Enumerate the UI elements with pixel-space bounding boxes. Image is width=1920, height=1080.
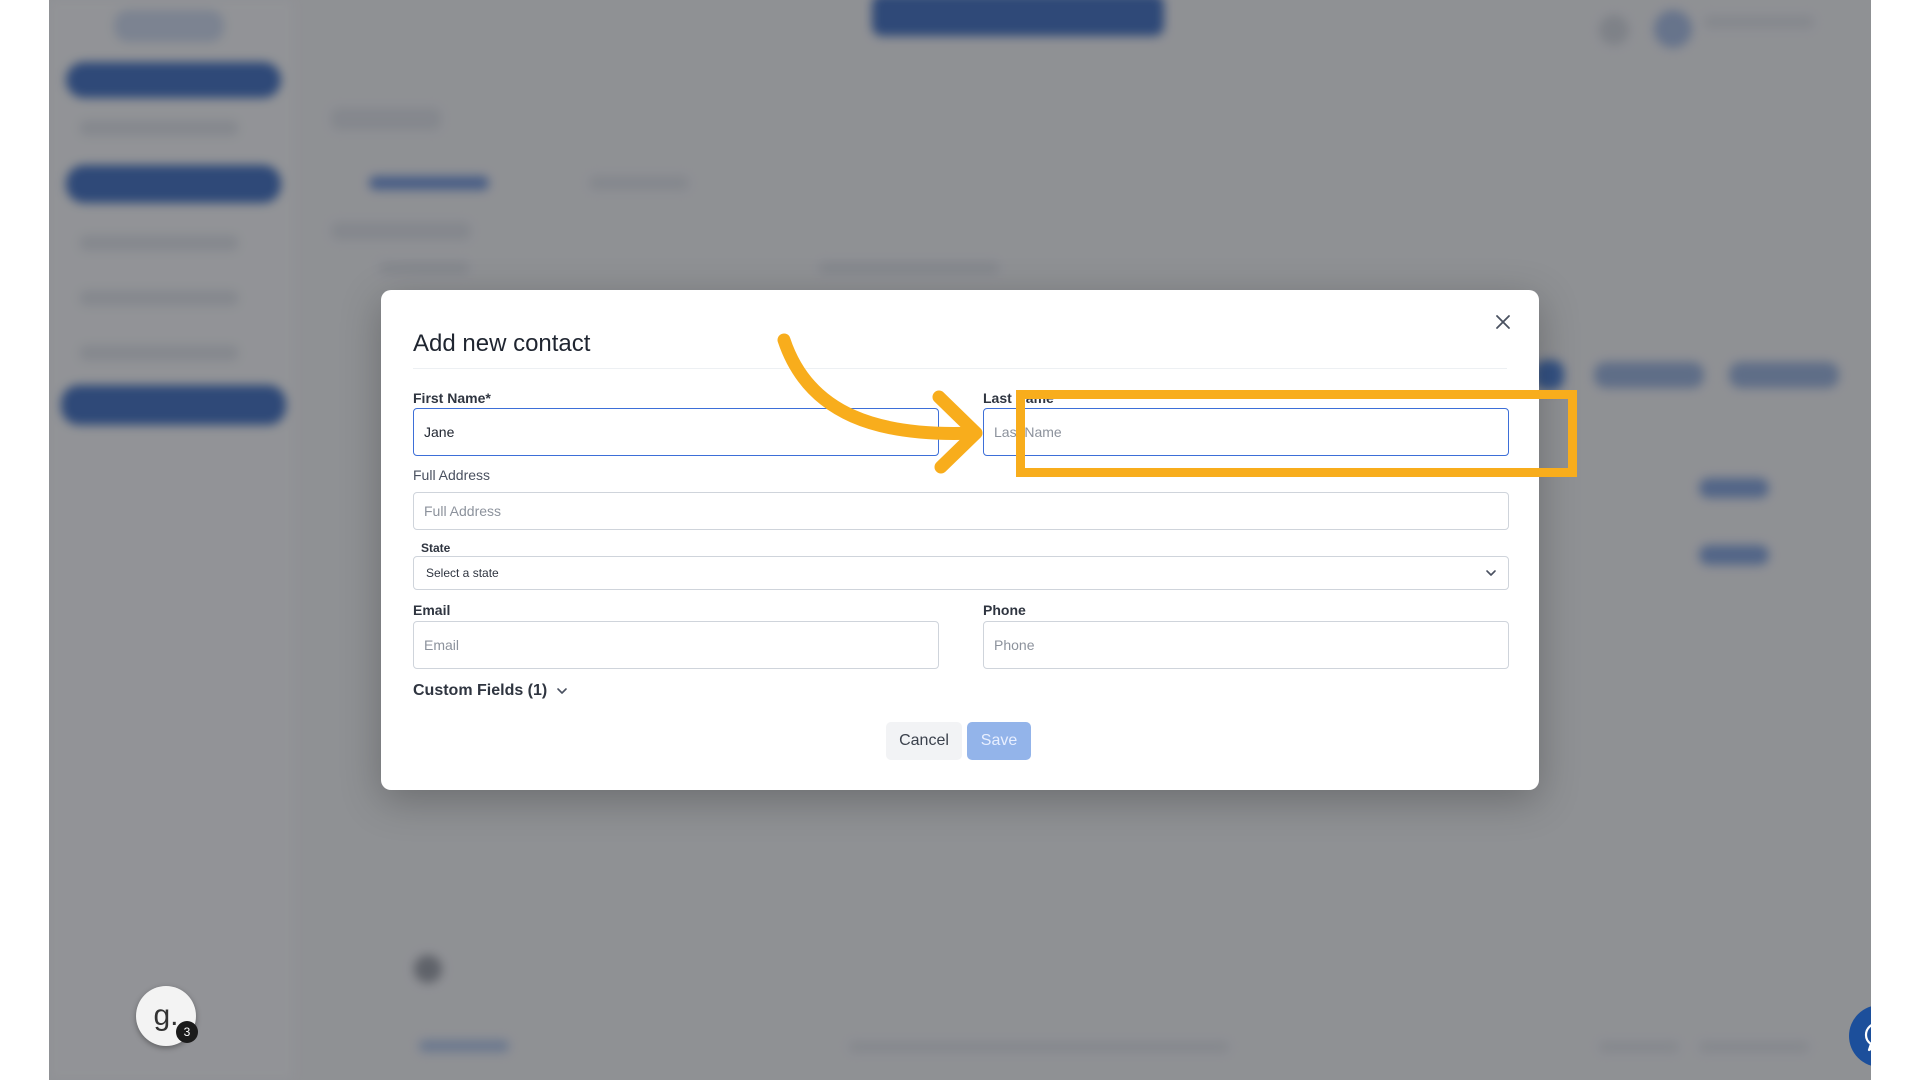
last-name-label: Last Name	[983, 390, 1054, 406]
first-name-label: First Name*	[413, 390, 491, 406]
chevron-down-icon	[1486, 570, 1496, 576]
email-input[interactable]	[413, 621, 939, 669]
custom-fields-label: Custom Fields (1)	[413, 682, 548, 699]
state-selected-value: Select a state	[426, 566, 499, 580]
state-select[interactable]: Select a state	[413, 556, 1509, 590]
chat-bubble-icon	[1864, 1024, 1871, 1052]
divider	[413, 368, 1507, 369]
close-icon	[1496, 315, 1510, 329]
last-name-input[interactable]	[983, 408, 1509, 456]
phone-label: Phone	[983, 602, 1026, 618]
notification-badge: 3	[176, 1021, 198, 1043]
full-address-input[interactable]	[413, 492, 1509, 530]
full-address-label: Full Address	[413, 467, 491, 483]
custom-fields-toggle[interactable]: Custom Fields (1)	[413, 682, 569, 700]
email-label: Email	[413, 602, 451, 618]
phone-input[interactable]	[983, 621, 1509, 669]
modal-title: Add new contact	[413, 330, 591, 357]
cancel-button[interactable]: Cancel	[886, 722, 962, 760]
close-button[interactable]	[1489, 308, 1517, 336]
screen: Add new contact First Name* Last Name Fu…	[49, 0, 1871, 1080]
save-button[interactable]: Save	[967, 722, 1031, 760]
chevron-down-icon	[557, 688, 568, 694]
state-label: State	[421, 541, 451, 555]
first-name-input[interactable]	[413, 408, 939, 456]
add-contact-modal: Add new contact First Name* Last Name Fu…	[381, 290, 1539, 790]
